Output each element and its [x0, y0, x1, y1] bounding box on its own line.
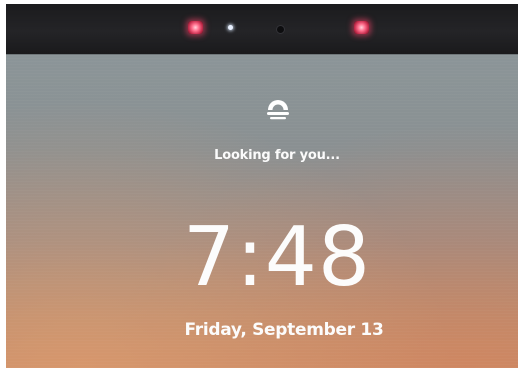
face-recognition-status: Looking for you... [214, 148, 340, 163]
camera-lens-icon [276, 25, 285, 34]
ir-emitter-left-icon [188, 21, 203, 34]
lock-screen-clock: 7:48 [182, 210, 372, 305]
windows-hello-face-icon [267, 100, 289, 120]
webcam-bezel [6, 4, 518, 54]
photo-frame: Looking for you... 7:48 Friday, Septembe… [0, 0, 520, 370]
camera-light-icon [228, 25, 233, 30]
ir-emitter-right-icon [354, 21, 369, 34]
lock-screen[interactable]: Looking for you... 7:48 Friday, Septembe… [6, 54, 518, 368]
lock-screen-date: Friday, September 13 [184, 320, 384, 340]
